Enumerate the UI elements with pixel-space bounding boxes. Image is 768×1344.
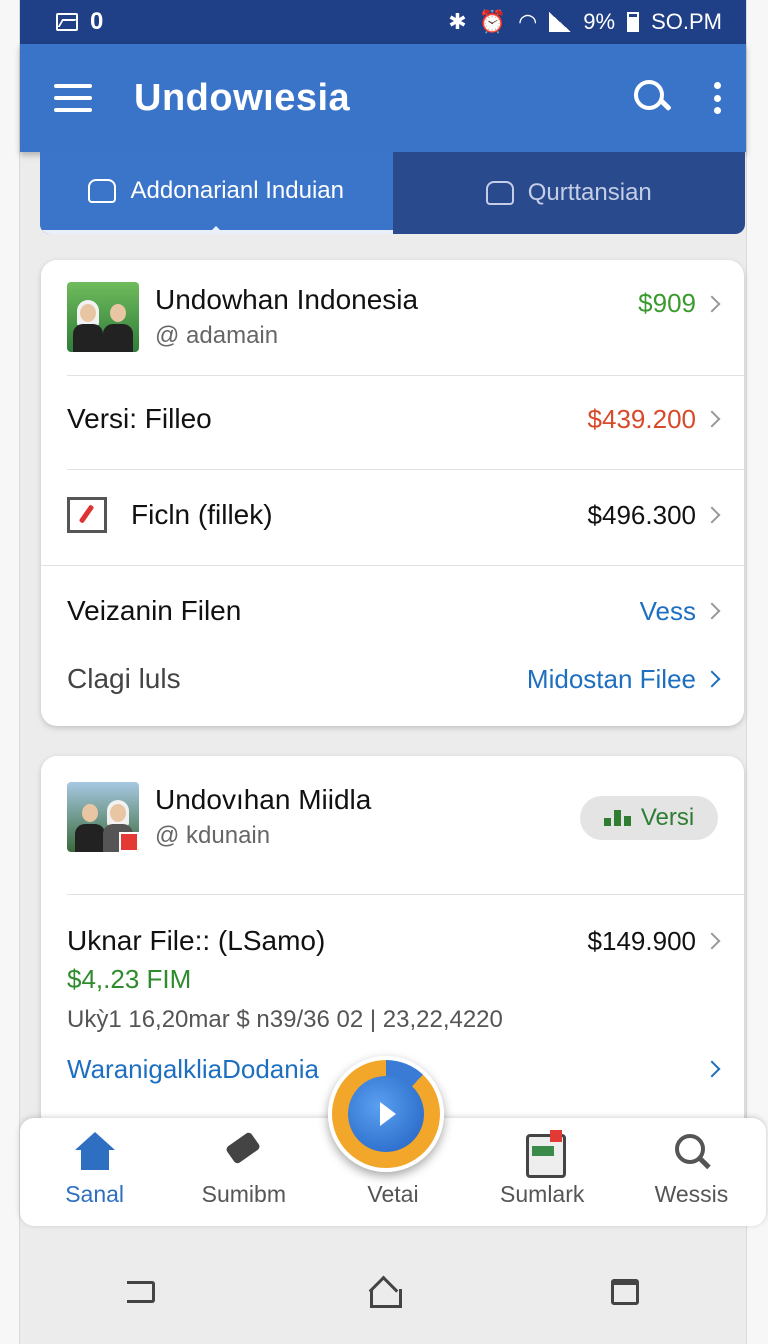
search-icon[interactable] xyxy=(630,76,674,120)
status-bar: 0 ✱ ⏰ ◠ 9% SO.PM xyxy=(20,0,746,44)
nav-item-sumlark[interactable]: Sumlark xyxy=(468,1118,617,1226)
chevron-right-icon xyxy=(703,932,721,950)
nav-item-sumibm[interactable]: Sumibm xyxy=(169,1118,318,1226)
nav-label: Wessis xyxy=(654,1181,729,1207)
avatar xyxy=(67,282,139,352)
gallery-notification-icon xyxy=(56,13,78,31)
list-item[interactable]: Versi: Filleo $439.200 xyxy=(67,398,721,440)
meta-text: Ukỳ1 16,20mar $ n39/36 02 | 23,22,4220 xyxy=(67,1006,503,1033)
alarm-icon: ⏰ xyxy=(478,9,507,34)
row-label: Versi: Filleo xyxy=(67,403,212,434)
app-title: Undowıesia xyxy=(134,76,351,119)
detail-link[interactable]: WaranigalkliaDodania xyxy=(67,1054,319,1085)
tab-bar: Addonarianl Induian Qurttansian xyxy=(40,152,745,234)
tablet-icon xyxy=(520,1130,567,1178)
tag-icon xyxy=(222,1132,266,1172)
menu-icon[interactable] xyxy=(54,84,92,112)
system-navigation xyxy=(20,1240,746,1344)
file-row[interactable]: Uknar File:: (LSamo) $149.900 xyxy=(67,922,721,960)
badge-icon xyxy=(119,832,139,852)
chevron-right-icon xyxy=(703,410,721,428)
tab-qurttansian[interactable]: Qurttansian xyxy=(393,152,746,234)
row-value: $439.200 xyxy=(588,404,721,435)
nav-item-wessis[interactable]: Wessis xyxy=(617,1118,766,1226)
account-handle: @ kdunain xyxy=(155,822,271,849)
battery-icon xyxy=(627,12,640,32)
card2-header[interactable]: Undovıhan Miidla @ kdunain Versi xyxy=(67,782,718,852)
nav-label: Vetai xyxy=(367,1181,419,1207)
nav-item-sanal[interactable]: Sanal xyxy=(20,1118,169,1226)
account-handle: @ adamain xyxy=(155,322,279,349)
more-options-icon[interactable] xyxy=(714,82,722,114)
row-label: Ficln (fillek) xyxy=(131,499,273,530)
version-pill-button[interactable]: Versi xyxy=(580,796,718,840)
pill-label: Versi xyxy=(640,804,695,831)
balance-value: $909 xyxy=(638,288,696,318)
file-title: Uknar File:: (LSamo) xyxy=(67,925,326,956)
play-fab-button[interactable] xyxy=(328,1056,444,1172)
device-frame-left xyxy=(0,0,20,1344)
app-bar: Undowıesia xyxy=(20,44,746,152)
signal-icon xyxy=(549,12,572,32)
chevron-right-icon xyxy=(703,295,721,312)
row-label: Veizanin Filen xyxy=(67,595,242,626)
map-icon xyxy=(485,181,514,205)
tab-label: Qurttansian xyxy=(527,179,652,206)
recent-apps-icon[interactable] xyxy=(611,1279,640,1305)
file-edit-icon xyxy=(67,497,107,533)
clock: SO.PM xyxy=(651,9,722,34)
avatar xyxy=(67,782,139,852)
amount-text: $4,.23 FIM xyxy=(67,964,192,994)
home-system-icon[interactable] xyxy=(368,1277,402,1308)
row-value: Midostan Filee xyxy=(527,664,721,695)
list-item[interactable]: Clagi luls Midostan Filee xyxy=(67,658,721,700)
tab-label: Addonarianl Induian xyxy=(130,177,344,204)
list-item[interactable]: Veizanin Filen Vess xyxy=(67,590,721,632)
play-icon xyxy=(380,1102,396,1126)
account-card-1: Undowhan Indonesia @ adamain $909 Versi:… xyxy=(41,260,744,726)
search-icon xyxy=(669,1132,713,1172)
row-label: Clagi luls xyxy=(67,663,181,694)
nav-label: Sumibm xyxy=(201,1181,286,1207)
home-icon xyxy=(73,1132,117,1172)
file-price: $149.900 xyxy=(588,926,721,957)
chevron-right-icon xyxy=(703,602,721,620)
wifi-icon: ◠ xyxy=(518,9,538,34)
chevron-right-icon xyxy=(703,670,721,688)
row-value: Vess xyxy=(640,596,721,627)
chevron-right-icon xyxy=(703,506,721,524)
battery-percent: 9% xyxy=(583,9,616,34)
account-name: Undowhan Indonesia xyxy=(155,284,419,315)
back-icon[interactable] xyxy=(126,1281,155,1303)
row-value: $496.300 xyxy=(588,500,721,531)
chart-bars-icon xyxy=(603,810,631,826)
chevron-right-icon xyxy=(703,1060,721,1078)
tab-addonarianl[interactable]: Addonarianl Induian xyxy=(40,152,393,234)
card1-header[interactable]: Undowhan Indonesia @ adamain $909 xyxy=(67,282,721,352)
bluetooth-icon: ✱ xyxy=(448,9,467,34)
account-balance: $909 xyxy=(638,288,721,319)
bag-icon xyxy=(88,179,117,203)
nav-label: Sanal xyxy=(65,1181,125,1207)
notification-count: 0 xyxy=(90,8,104,35)
list-item[interactable]: Ficln (fillek) $496.300 xyxy=(67,494,721,536)
nav-label: Sumlark xyxy=(500,1181,585,1207)
account-name: Undovıhan Miidla xyxy=(155,784,372,815)
